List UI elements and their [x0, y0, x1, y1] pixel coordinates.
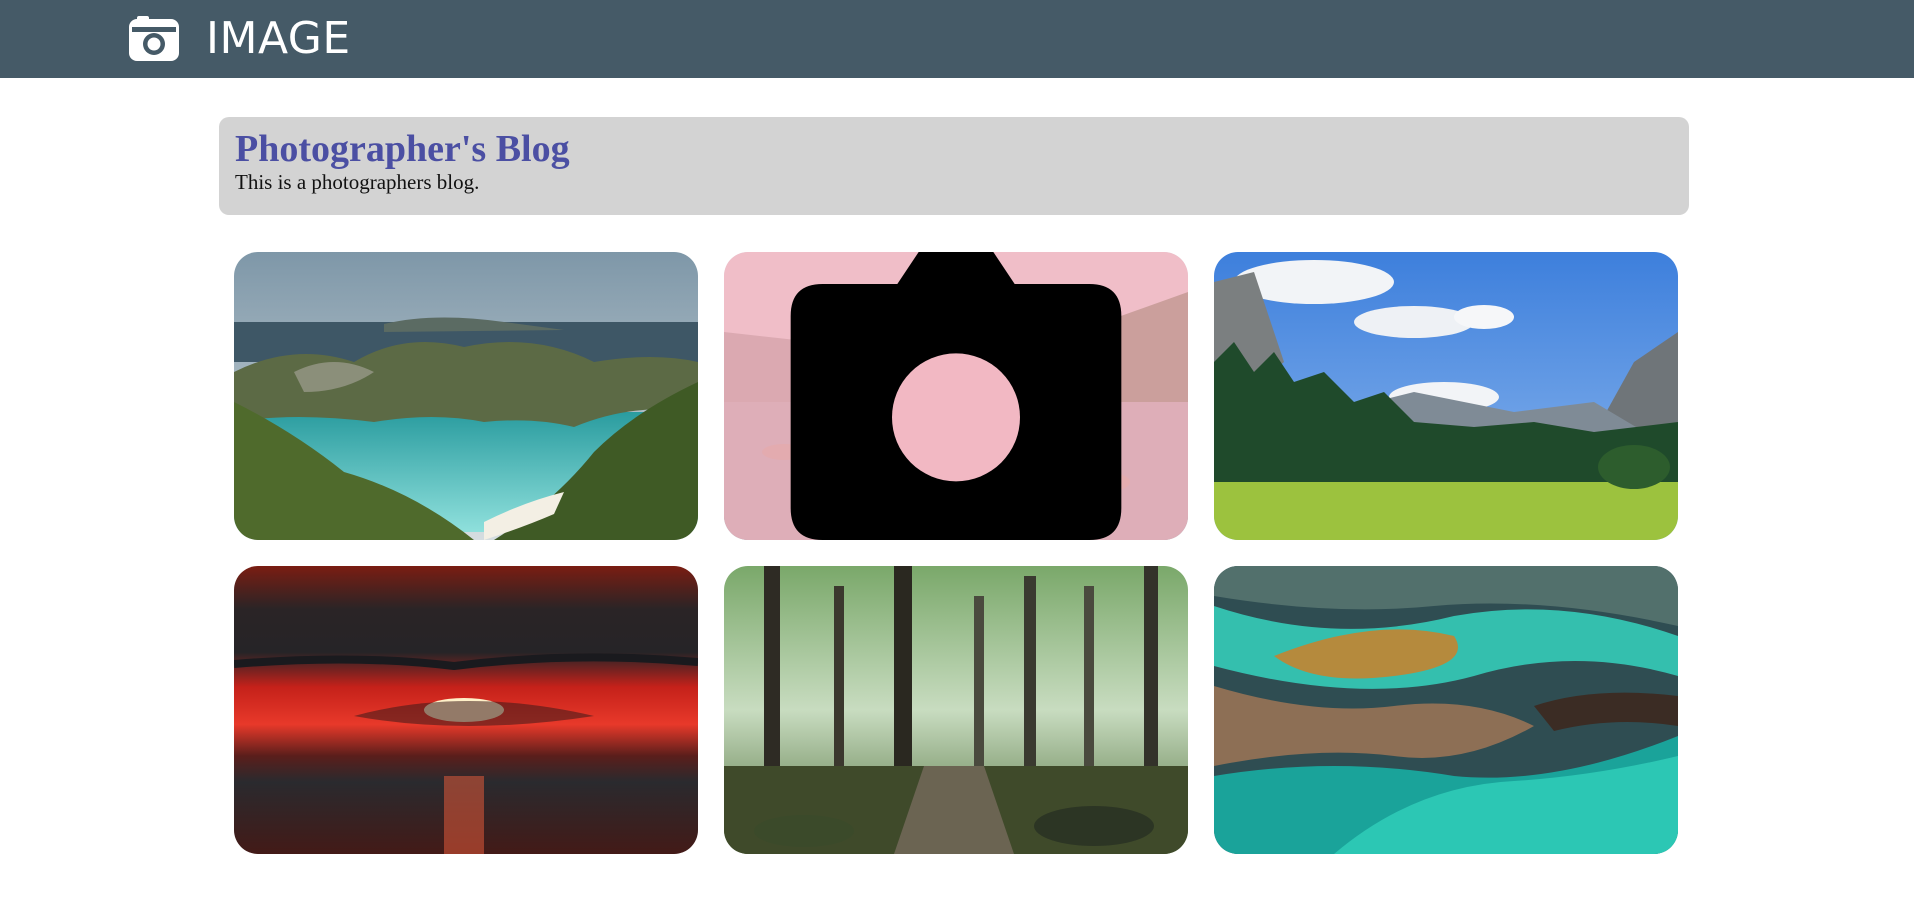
photo-mountain-meadow-image [1214, 252, 1678, 540]
gallery-photo-mountain-meadow[interactable] [1214, 252, 1678, 540]
photo-tropical-bay-image [234, 252, 698, 540]
top-navbar: IMAGE [0, 0, 1914, 78]
gallery-photo-red-sunset[interactable] [234, 566, 698, 854]
camera-icon [129, 16, 179, 61]
gallery-photo-tropical-bay[interactable] [234, 252, 698, 540]
gallery-photo-mountain-lake[interactable] [724, 252, 1188, 540]
page-title: Photographer's Blog [235, 128, 570, 170]
blog-hero: Photographer's Blog This is a photograph… [219, 117, 1689, 215]
brand-logo-link[interactable]: IMAGE [128, 12, 351, 66]
camera-icon [790, 252, 1122, 540]
gallery-photo-misty-forest[interactable] [724, 566, 1188, 854]
photo-misty-forest-image [724, 566, 1188, 854]
brand-name: IMAGE [206, 13, 351, 64]
page-subtitle: This is a photographers blog. [235, 170, 480, 194]
gallery-photo-aerial-river[interactable] [1214, 566, 1678, 854]
photo-red-sunset-image [234, 566, 698, 854]
photo-aerial-river-image [1214, 566, 1678, 854]
hover-overlay [724, 252, 1188, 540]
